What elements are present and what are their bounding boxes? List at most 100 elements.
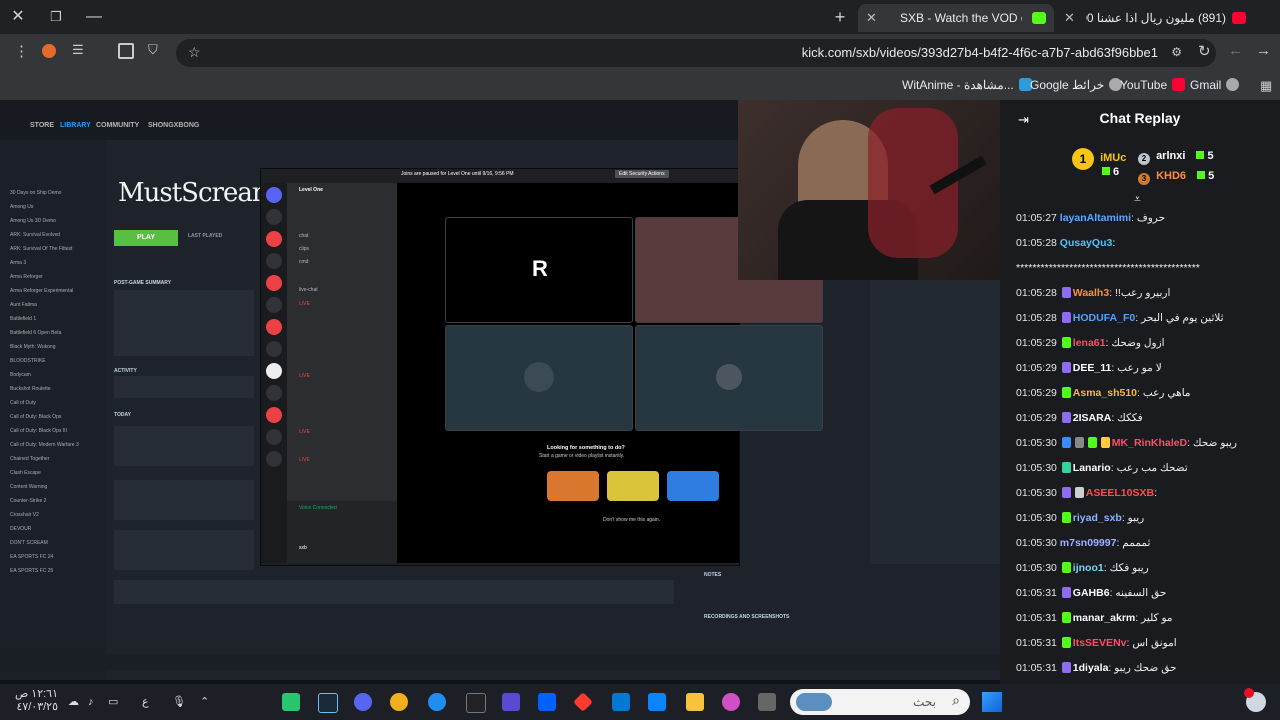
message-username[interactable]: MK_RinKhaleD <box>1112 437 1187 449</box>
library-game-item: Black Myth: Wukong <box>10 344 56 350</box>
message-time: 01:05:30 <box>1016 487 1057 499</box>
copilot-icon[interactable] <box>722 693 740 711</box>
message-username[interactable]: HODUFA_F0 <box>1073 312 1135 324</box>
message-time: 01:05:31 <box>1016 587 1057 599</box>
message-username[interactable]: GAHB6 <box>1073 587 1110 599</box>
youtube-icon <box>1172 78 1186 91</box>
bookmark-witanime[interactable]: WitAnime - مشاهدة... <box>902 72 1032 98</box>
expand-leaderboard-icon[interactable]: ⩡ <box>1134 192 1141 207</box>
file-explorer-icon[interactable] <box>686 693 704 711</box>
close-window-icon[interactable]: ✕ <box>6 6 30 28</box>
app-icon[interactable] <box>502 693 520 711</box>
bookmark-gmail[interactable]: Gmail <box>1190 72 1240 98</box>
site-settings-icon[interactable]: ⚙ <box>1171 45 1182 59</box>
message-time: 01:05:31 <box>1016 637 1057 649</box>
chrome-icon[interactable] <box>390 693 408 711</box>
start-windows-icon[interactable] <box>982 692 1002 712</box>
message-time: 01:05:29 <box>1016 412 1057 424</box>
message-username[interactable]: 2ISARA <box>1073 412 1112 424</box>
dropbox-icon[interactable] <box>538 693 556 711</box>
close-tab-icon[interactable]: ✕ <box>866 4 877 32</box>
playlist-icon[interactable]: ☰ <box>72 42 84 58</box>
activity-card <box>607 471 659 501</box>
chat-badge-icon <box>1061 412 1071 423</box>
system-clock[interactable]: ١٢:٦١ ص ٤٧/٠٣/٢٥ <box>14 688 58 714</box>
steam-nav-store: STORE <box>30 122 54 129</box>
app-icon[interactable] <box>573 692 593 712</box>
reload-icon[interactable]: ↻ <box>1198 42 1211 60</box>
restore-window-icon[interactable]: ❐ <box>44 6 68 28</box>
message-username[interactable]: Lanario <box>1073 462 1111 474</box>
message-username[interactable]: manar_akrm <box>1073 612 1135 624</box>
message-time: 01:05:30 <box>1016 537 1057 549</box>
chat-message: 01:05:31 ItsSEVENv: امونق اس <box>1016 637 1177 649</box>
browser-toolbar: ⋮ ☰ ⛉ ☆ kick.com/sxb/videos/393d27b4-b4f… <box>0 34 1280 72</box>
chat-message: 01:05:27 layanAltamimi: حروف <box>1016 212 1166 224</box>
extensions-puzzle-icon[interactable] <box>118 43 134 59</box>
kick-gem-icon <box>1102 167 1110 175</box>
tab-kick[interactable]: ✕ SXB - Watch the VOD on Ki <box>858 4 1054 32</box>
stream-windows-taskbar <box>0 654 1000 670</box>
minimize-window-icon[interactable]: — <box>82 6 106 28</box>
kick-favicon-icon <box>1032 12 1046 24</box>
language-indicator[interactable]: ع <box>142 684 149 720</box>
chat-title: Chat Replay <box>1099 110 1181 126</box>
message-username[interactable]: Asma_sh510 <box>1073 387 1137 399</box>
chat-message: 01:05:30 Lanario: تضحك مب رعب <box>1016 462 1188 474</box>
forward-arrow-icon[interactable]: → <box>1256 42 1271 59</box>
new-tab-button[interactable]: + <box>828 6 852 28</box>
volume-icon[interactable]: ♪ <box>88 684 94 720</box>
tab-title: SXB - Watch the VOD on Ki <box>900 11 1022 25</box>
app-icon[interactable] <box>282 693 300 711</box>
bookmark-star-icon[interactable]: ☆ <box>188 44 201 61</box>
network-icon[interactable]: ▭ <box>108 684 118 720</box>
store-icon[interactable] <box>648 693 666 711</box>
library-game-item: Bodycam <box>10 372 31 378</box>
bookmark-youtube[interactable]: YouTube <box>1120 72 1186 98</box>
epic-games-icon[interactable] <box>466 693 486 713</box>
message-username[interactable]: Waalh3 <box>1073 287 1109 299</box>
video-player[interactable]: STORE LIBRARY COMMUNITY SHONGXBONG 30 Da… <box>0 100 1000 684</box>
library-game-item: Arma 3 <box>10 260 27 266</box>
message-username[interactable]: DEE_11 <box>1073 362 1112 374</box>
tab-youtube[interactable]: ✕ (891) مليون ريال اذا عشنا 100 يو <box>1056 4 1256 32</box>
address-bar[interactable]: ☆ kick.com/sxb/videos/393d27b4-b4f2-4f6c… <box>176 39 1216 67</box>
extension-icon[interactable] <box>42 44 56 58</box>
message-username[interactable]: 1diyala <box>1073 662 1109 674</box>
message-username[interactable]: QusayQu3 <box>1060 237 1113 249</box>
outlook-icon[interactable] <box>612 693 630 711</box>
message-username[interactable]: m7sn09997 <box>1060 537 1117 549</box>
taskbar-search[interactable]: بحث ⌕ <box>790 689 970 715</box>
message-username[interactable]: riyad_sxb <box>1073 512 1122 524</box>
app-icon[interactable] <box>758 693 776 711</box>
apps-grid-icon[interactable]: ▦ <box>1260 78 1272 94</box>
library-game-item: BLOODSTRIKE <box>10 358 46 364</box>
close-tab-icon[interactable]: ✕ <box>1064 4 1075 32</box>
chat-badge-icon <box>1074 437 1084 448</box>
microphone-icon[interactable]: 🎙 <box>172 684 186 720</box>
bookmark-google-maps[interactable]: Google خرائط <box>1030 72 1123 98</box>
kick-gem-icon <box>1196 151 1205 159</box>
edge-icon[interactable] <box>428 693 446 711</box>
shield-icon[interactable]: ⛉ <box>148 42 158 58</box>
user-avatar <box>716 364 742 390</box>
library-game-item: Call of Duty <box>10 400 36 406</box>
message-text: حق ضحك ريبو <box>1114 662 1177 674</box>
message-username[interactable]: ASEEL10SXB <box>1086 487 1154 499</box>
message-username[interactable]: ItsSEVENv <box>1073 637 1127 649</box>
show-hidden-icons-icon[interactable]: ⌃ <box>200 684 209 720</box>
steam-icon[interactable] <box>318 693 338 713</box>
message-username[interactable]: ijnoo1 <box>1073 562 1104 574</box>
chat-badge-icon <box>1061 562 1071 573</box>
steam-friends-panel <box>870 280 1000 564</box>
message-text: ريبو <box>1127 512 1145 524</box>
library-game-item: DEVOUR <box>10 526 32 532</box>
menu-dots-icon[interactable]: ⋮ <box>14 42 29 60</box>
chat-badge-icon <box>1074 487 1084 498</box>
message-text: ثمممم <box>1122 537 1151 549</box>
discord-icon[interactable] <box>354 693 372 711</box>
message-username[interactable]: layanAltamimi <box>1060 212 1131 224</box>
notification-icon[interactable]: ☁ <box>68 684 79 720</box>
back-arrow-icon[interactable]: ← <box>1228 42 1243 59</box>
message-username[interactable]: lena61 <box>1073 337 1106 349</box>
